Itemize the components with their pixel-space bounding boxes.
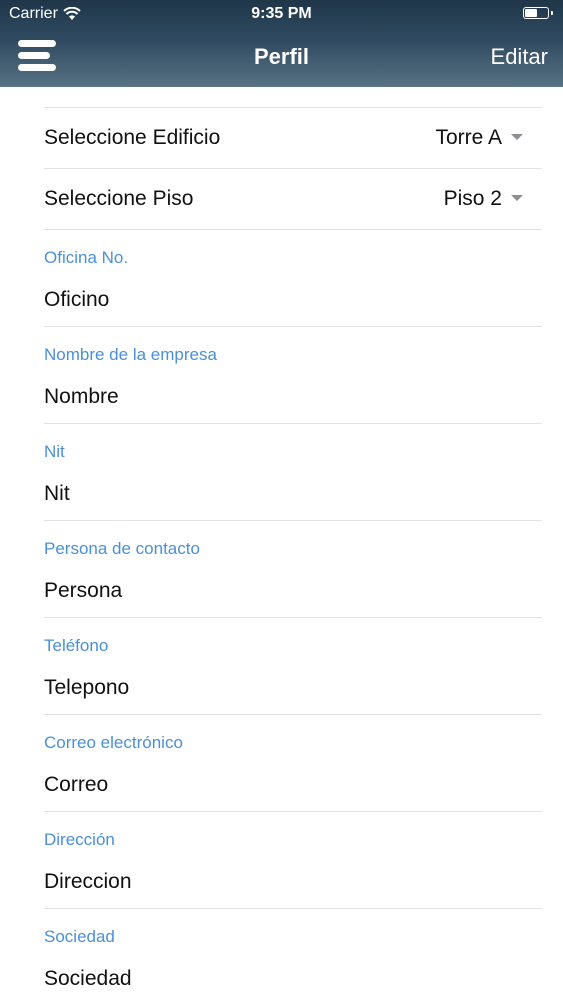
office-number-label: Oficina No.: [44, 248, 129, 267]
navigation-bar: Perfil Editar: [0, 30, 563, 87]
phone-field: Teléfono Telepono: [44, 618, 542, 714]
nit-input[interactable]: Nit: [44, 482, 542, 506]
contact-person-input[interactable]: Persona: [44, 579, 542, 603]
battery-icon: [523, 7, 553, 19]
building-select[interactable]: Seleccione Edificio Torre A: [44, 108, 542, 168]
email-input[interactable]: Correo: [44, 773, 542, 797]
edit-button[interactable]: Editar: [491, 44, 548, 70]
email-field: Correo electrónico Correo: [44, 715, 542, 811]
office-number-field: Oficina No. Oficino: [44, 230, 542, 326]
status-bar: Carrier 9:35 PM: [0, 0, 563, 30]
company-name-label: Nombre de la empresa: [44, 345, 217, 364]
building-select-label: Seleccione Edificio: [44, 126, 221, 149]
address-label: Dirección: [44, 830, 115, 849]
society-input[interactable]: Sociedad: [44, 967, 542, 991]
building-select-value: Torre A: [435, 126, 502, 149]
society-label: Sociedad: [44, 927, 115, 946]
contact-person-field: Persona de contacto Persona: [44, 521, 542, 617]
society-field: Sociedad Sociedad: [44, 909, 542, 1005]
nit-label: Nit: [44, 442, 65, 461]
office-number-input[interactable]: Oficino: [44, 288, 542, 312]
profile-form: Seleccione Edificio Torre A Seleccione P…: [44, 87, 542, 1005]
email-label: Correo electrónico: [44, 733, 183, 752]
phone-input[interactable]: Telepono: [44, 676, 542, 700]
contact-person-label: Persona de contacto: [44, 539, 200, 558]
company-name-input[interactable]: Nombre: [44, 385, 542, 409]
phone-label: Teléfono: [44, 636, 109, 655]
address-field: Dirección Direccion: [44, 812, 542, 908]
floor-select-label: Seleccione Piso: [44, 187, 194, 210]
page-title: Perfil: [253, 44, 310, 69]
status-time: 9:35 PM: [251, 5, 312, 22]
address-input[interactable]: Direccion: [44, 870, 542, 894]
floor-select-value: Piso 2: [443, 187, 502, 210]
dropdown-arrow-icon: [511, 134, 523, 140]
dropdown-arrow-icon: [511, 195, 523, 201]
battery-fill: [525, 9, 537, 17]
company-name-field: Nombre de la empresa Nombre: [44, 327, 542, 423]
header: Carrier 9:35 PM Perfil Editar: [0, 0, 563, 87]
nit-field: Nit Nit: [44, 424, 542, 520]
floor-select[interactable]: Seleccione Piso Piso 2: [44, 169, 542, 229]
